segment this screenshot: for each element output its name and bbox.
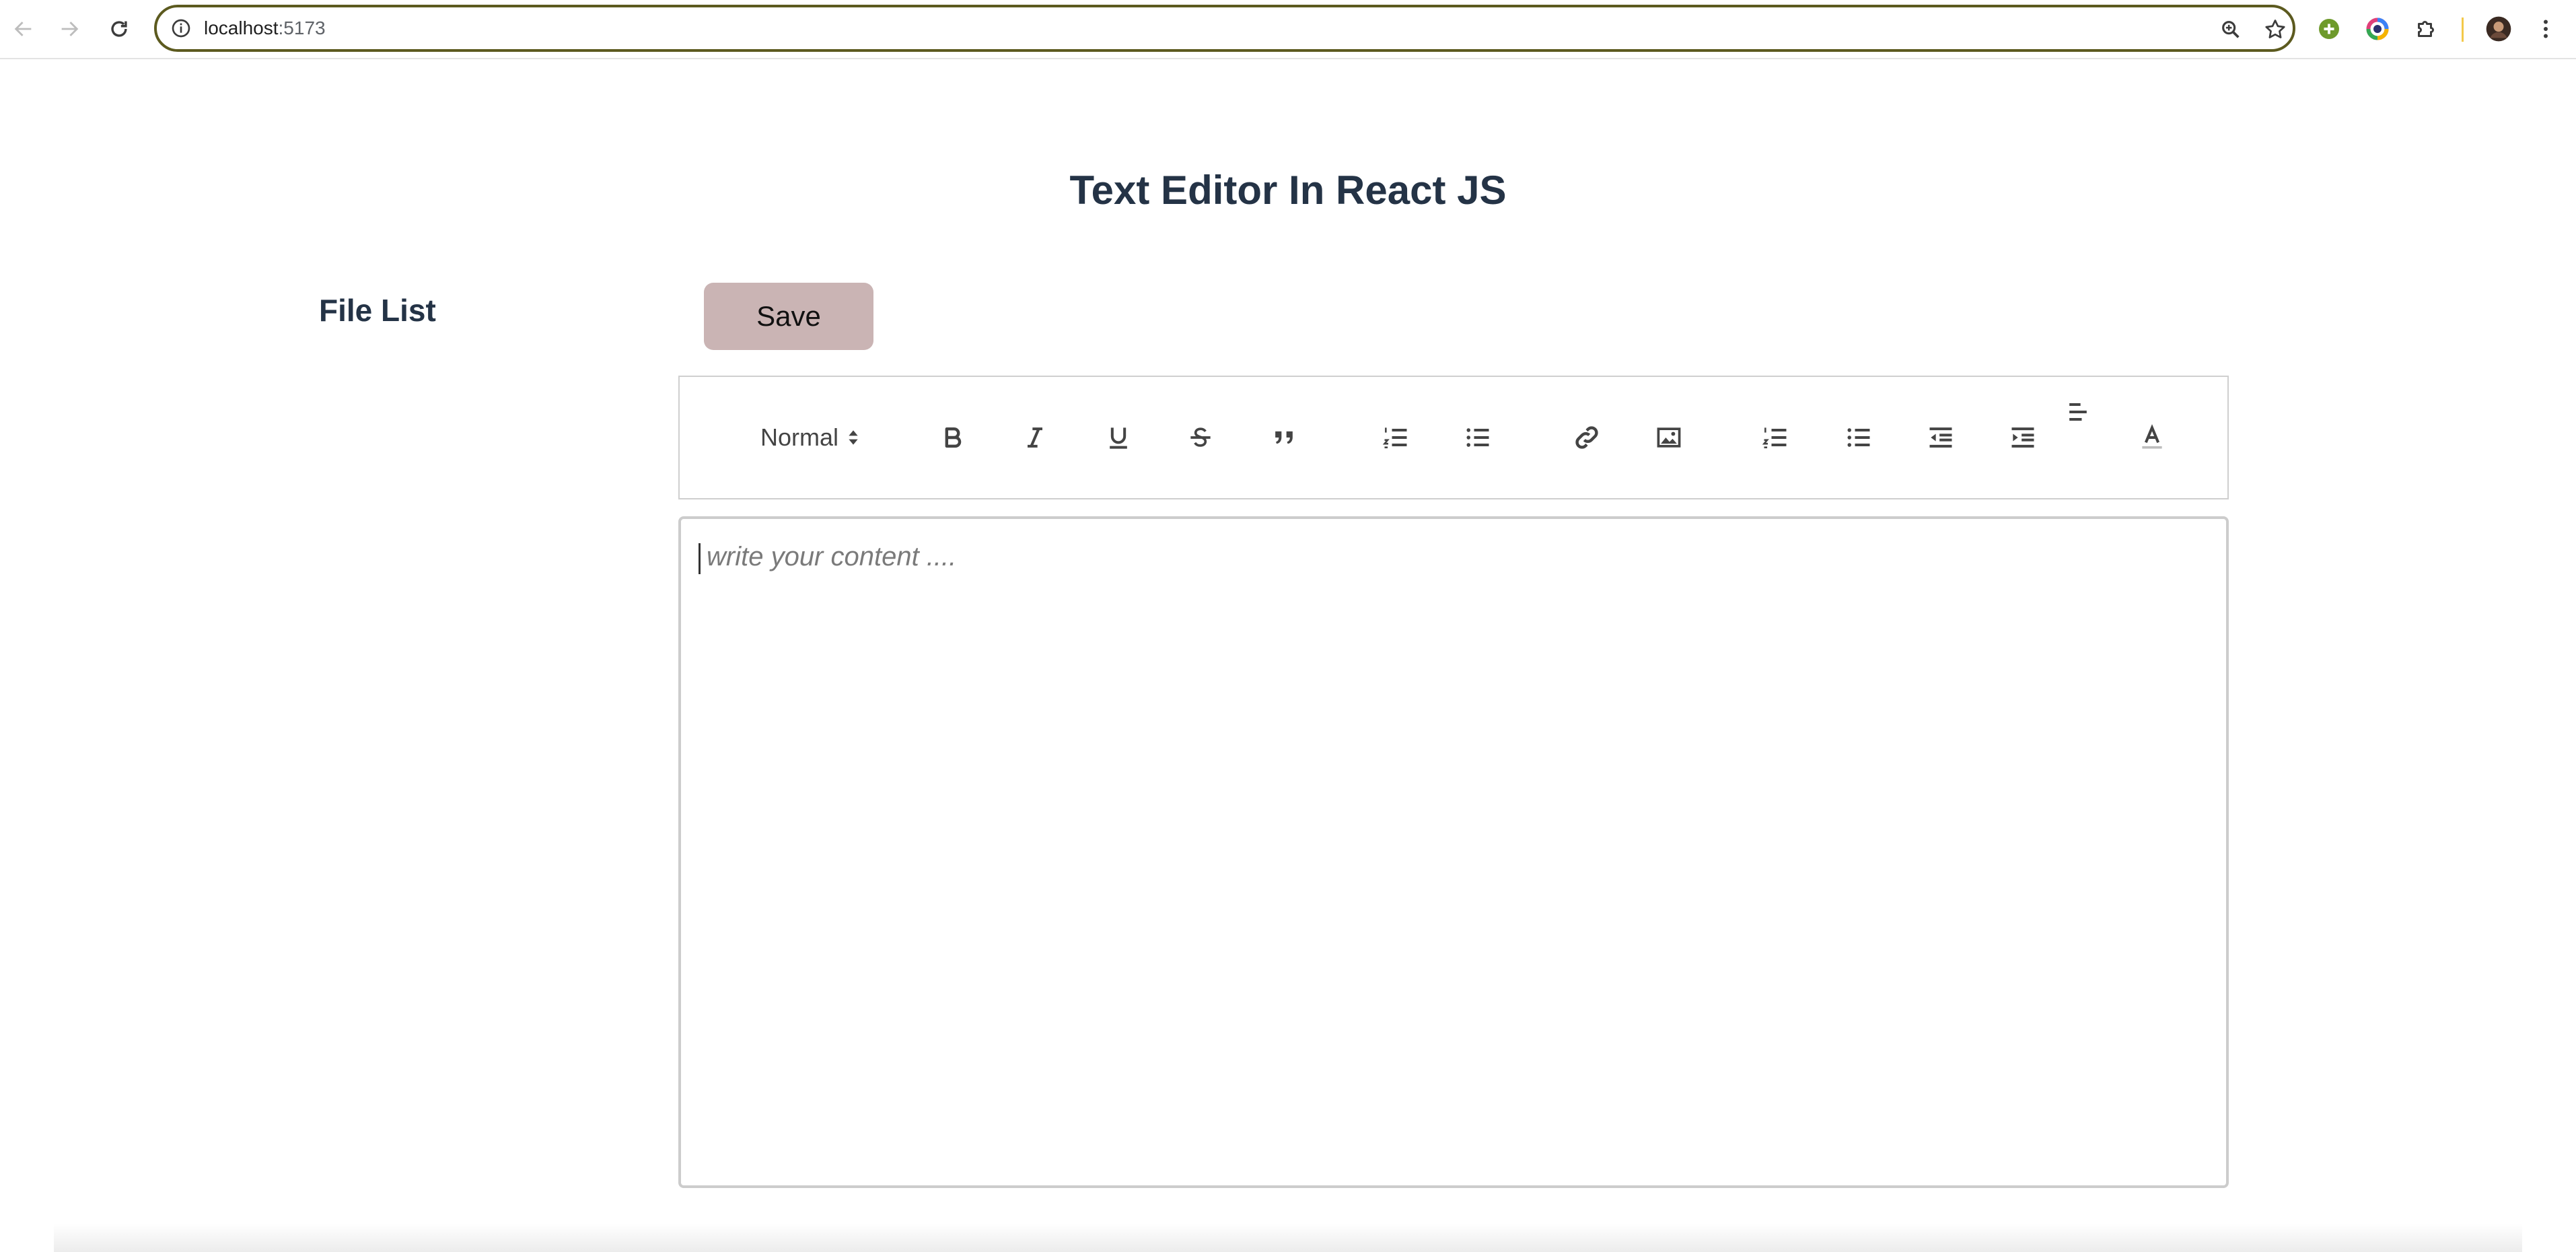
italic-button[interactable] bbox=[1015, 417, 1055, 458]
sort-arrows-icon bbox=[849, 430, 858, 445]
bottom-shadow bbox=[54, 1224, 2522, 1252]
italic-icon bbox=[1028, 427, 1042, 448]
bold-icon bbox=[945, 427, 962, 448]
bullet-list-icon bbox=[1847, 428, 1870, 447]
ordered-list-icon bbox=[1382, 427, 1407, 448]
back-button[interactable] bbox=[7, 12, 40, 46]
plus-circle-icon[interactable] bbox=[2315, 15, 2343, 43]
bold-button[interactable] bbox=[933, 417, 973, 458]
url-port: :5173 bbox=[278, 18, 326, 38]
image-icon bbox=[1657, 427, 1681, 448]
underline-icon bbox=[1110, 427, 1127, 449]
indent-icon bbox=[2011, 427, 2034, 448]
strikethrough-button[interactable] bbox=[1180, 417, 1221, 458]
align-button[interactable] bbox=[2058, 392, 2098, 432]
save-button[interactable]: Save bbox=[704, 283, 873, 350]
puzzle-icon[interactable] bbox=[2412, 15, 2440, 43]
ordered-list-button-2[interactable] bbox=[1755, 417, 1795, 458]
outdent-button[interactable] bbox=[1921, 417, 1961, 458]
align-icon bbox=[2069, 403, 2087, 421]
ordered-list-button[interactable] bbox=[1375, 417, 1416, 458]
header-format-select[interactable]: Normal bbox=[760, 416, 859, 459]
ordered-list-icon bbox=[1762, 427, 1787, 448]
strikethrough-icon bbox=[1190, 427, 1211, 447]
editor-content-area[interactable]: write your content .... bbox=[678, 516, 2229, 1188]
page-title: Text Editor In React JS bbox=[1069, 168, 1507, 213]
text-caret bbox=[699, 543, 701, 574]
image-button[interactable] bbox=[1649, 417, 1689, 458]
bullet-list-button-2[interactable] bbox=[1838, 417, 1879, 458]
outdent-icon bbox=[1929, 427, 1952, 448]
bullet-list-icon bbox=[1466, 428, 1489, 447]
color-ring-icon[interactable] bbox=[2363, 15, 2392, 43]
text-color-icon bbox=[2142, 424, 2162, 449]
editor-toolbar: Normal bbox=[678, 376, 2229, 499]
arrow-left-icon bbox=[14, 22, 32, 36]
link-button[interactable] bbox=[1567, 417, 1607, 458]
toolbar-divider bbox=[2462, 18, 2464, 42]
reload-button[interactable] bbox=[102, 12, 136, 46]
indent-button[interactable] bbox=[2003, 417, 2043, 458]
url-text[interactable]: localhost:5173 bbox=[204, 17, 326, 40]
url-host: localhost bbox=[204, 18, 279, 38]
browser-toolbar: localhost:5173 bbox=[0, 0, 2576, 59]
info-icon[interactable] bbox=[169, 16, 193, 40]
zoom-icon[interactable] bbox=[2217, 16, 2244, 43]
address-bar[interactable]: localhost:5173 bbox=[154, 5, 2295, 52]
file-list-heading: File List bbox=[319, 293, 436, 328]
text-color-button[interactable] bbox=[2132, 417, 2172, 458]
star-icon[interactable] bbox=[2262, 16, 2289, 43]
blockquote-button[interactable] bbox=[1264, 417, 1304, 458]
underline-button[interactable] bbox=[1098, 417, 1139, 458]
link-icon bbox=[1575, 426, 1598, 449]
kebab-menu-icon[interactable] bbox=[2532, 15, 2560, 43]
bullet-list-button[interactable] bbox=[1458, 417, 1498, 458]
forward-button[interactable] bbox=[52, 12, 86, 46]
blockquote-icon bbox=[1275, 431, 1293, 444]
avatar-icon[interactable] bbox=[2484, 15, 2513, 43]
editor-placeholder: write your content .... bbox=[707, 542, 957, 571]
header-format-value: Normal bbox=[760, 423, 839, 451]
reload-icon bbox=[111, 21, 127, 37]
arrow-right-icon bbox=[61, 22, 79, 36]
